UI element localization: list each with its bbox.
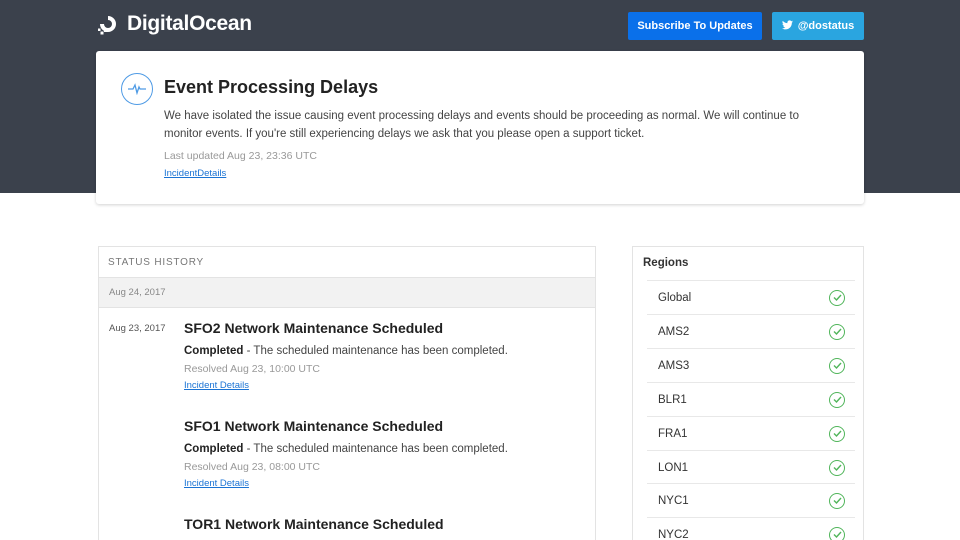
incident-card: Event Processing Delays We have isolated… xyxy=(96,51,864,204)
digitalocean-logo-icon xyxy=(97,13,119,35)
region-row[interactable]: AMS3 xyxy=(647,348,855,382)
check-icon xyxy=(829,323,845,340)
regions-panel: Regions Global AMS2 AMS3 BLR1 FRA1 LON1 … xyxy=(632,246,864,540)
entry-resolved: Resolved Aug 23, 10:00 UTC xyxy=(184,363,320,375)
twitter-label: @dostatus xyxy=(797,20,855,32)
history-entry: TOR1 Network Maintenance Scheduled xyxy=(184,516,584,532)
entry-status: Completed xyxy=(184,345,244,357)
entry-desc-text: - The scheduled maintenance has been com… xyxy=(243,443,508,455)
check-icon xyxy=(829,425,845,442)
region-name: BLR1 xyxy=(658,393,687,406)
twitter-icon xyxy=(781,19,793,33)
status-history-panel: STATUS HISTORY Aug 24, 2017 Aug 23, 2017… xyxy=(98,246,596,540)
region-name: AMS2 xyxy=(658,325,690,338)
history-entry: SFO1 Network Maintenance Scheduled Compl… xyxy=(184,418,584,491)
region-row[interactable]: NYC1 xyxy=(647,483,855,517)
check-icon xyxy=(829,391,845,408)
check-icon xyxy=(829,357,845,374)
entry-resolved: Resolved Aug 23, 08:00 UTC xyxy=(184,461,320,473)
entry-status: Completed xyxy=(184,443,244,455)
incident-updated: Last updated Aug 23, 23:36 UTC xyxy=(164,150,317,162)
subscribe-button[interactable]: Subscribe To Updates xyxy=(628,12,762,40)
entry-incident-details-link[interactable]: Incident Details xyxy=(184,380,249,391)
history-date-bar: Aug 24, 2017 xyxy=(99,278,595,308)
entry-description: Completed - The scheduled maintenance ha… xyxy=(184,443,584,455)
incident-details-link[interactable]: IncidentDetails xyxy=(164,168,226,179)
entry-description: Completed - The scheduled maintenance ha… xyxy=(184,345,584,357)
region-name: NYC2 xyxy=(658,528,689,540)
region-row[interactable]: NYC2 xyxy=(647,517,855,540)
regions-title: Regions xyxy=(643,257,689,269)
pulse-icon xyxy=(121,73,153,105)
region-row[interactable]: LON1 xyxy=(647,450,855,484)
entry-date: Aug 23, 2017 xyxy=(109,323,166,334)
check-icon xyxy=(829,459,845,476)
region-name: FRA1 xyxy=(658,427,688,440)
status-history-header: STATUS HISTORY xyxy=(99,247,595,278)
region-row[interactable]: AMS2 xyxy=(647,314,855,348)
history-entry: SFO2 Network Maintenance Scheduled Compl… xyxy=(184,320,584,393)
region-row[interactable]: FRA1 xyxy=(647,416,855,450)
region-name: AMS3 xyxy=(658,359,690,372)
entry-title: SFO1 Network Maintenance Scheduled xyxy=(184,418,444,434)
region-name: NYC1 xyxy=(658,494,689,507)
entry-incident-details-link[interactable]: Incident Details xyxy=(184,478,249,489)
entry-title: TOR1 Network Maintenance Scheduled xyxy=(184,516,444,532)
digitalocean-logo[interactable]: DigitalOcean xyxy=(97,12,252,36)
incident-body: We have isolated the issue causing event… xyxy=(164,110,800,140)
region-row[interactable]: Global xyxy=(647,280,855,314)
check-icon xyxy=(829,526,845,540)
region-row[interactable]: BLR1 xyxy=(647,382,855,416)
incident-title: Event Processing Delays xyxy=(164,77,379,97)
logo-text: DigitalOcean xyxy=(127,12,252,35)
region-name: LON1 xyxy=(658,461,689,474)
entry-title: SFO2 Network Maintenance Scheduled xyxy=(184,320,444,336)
twitter-button[interactable]: @dostatus xyxy=(772,12,864,40)
check-icon xyxy=(829,492,845,509)
entry-desc-text: - The scheduled maintenance has been com… xyxy=(243,345,508,357)
region-name: Global xyxy=(658,291,692,304)
check-icon xyxy=(829,289,845,306)
